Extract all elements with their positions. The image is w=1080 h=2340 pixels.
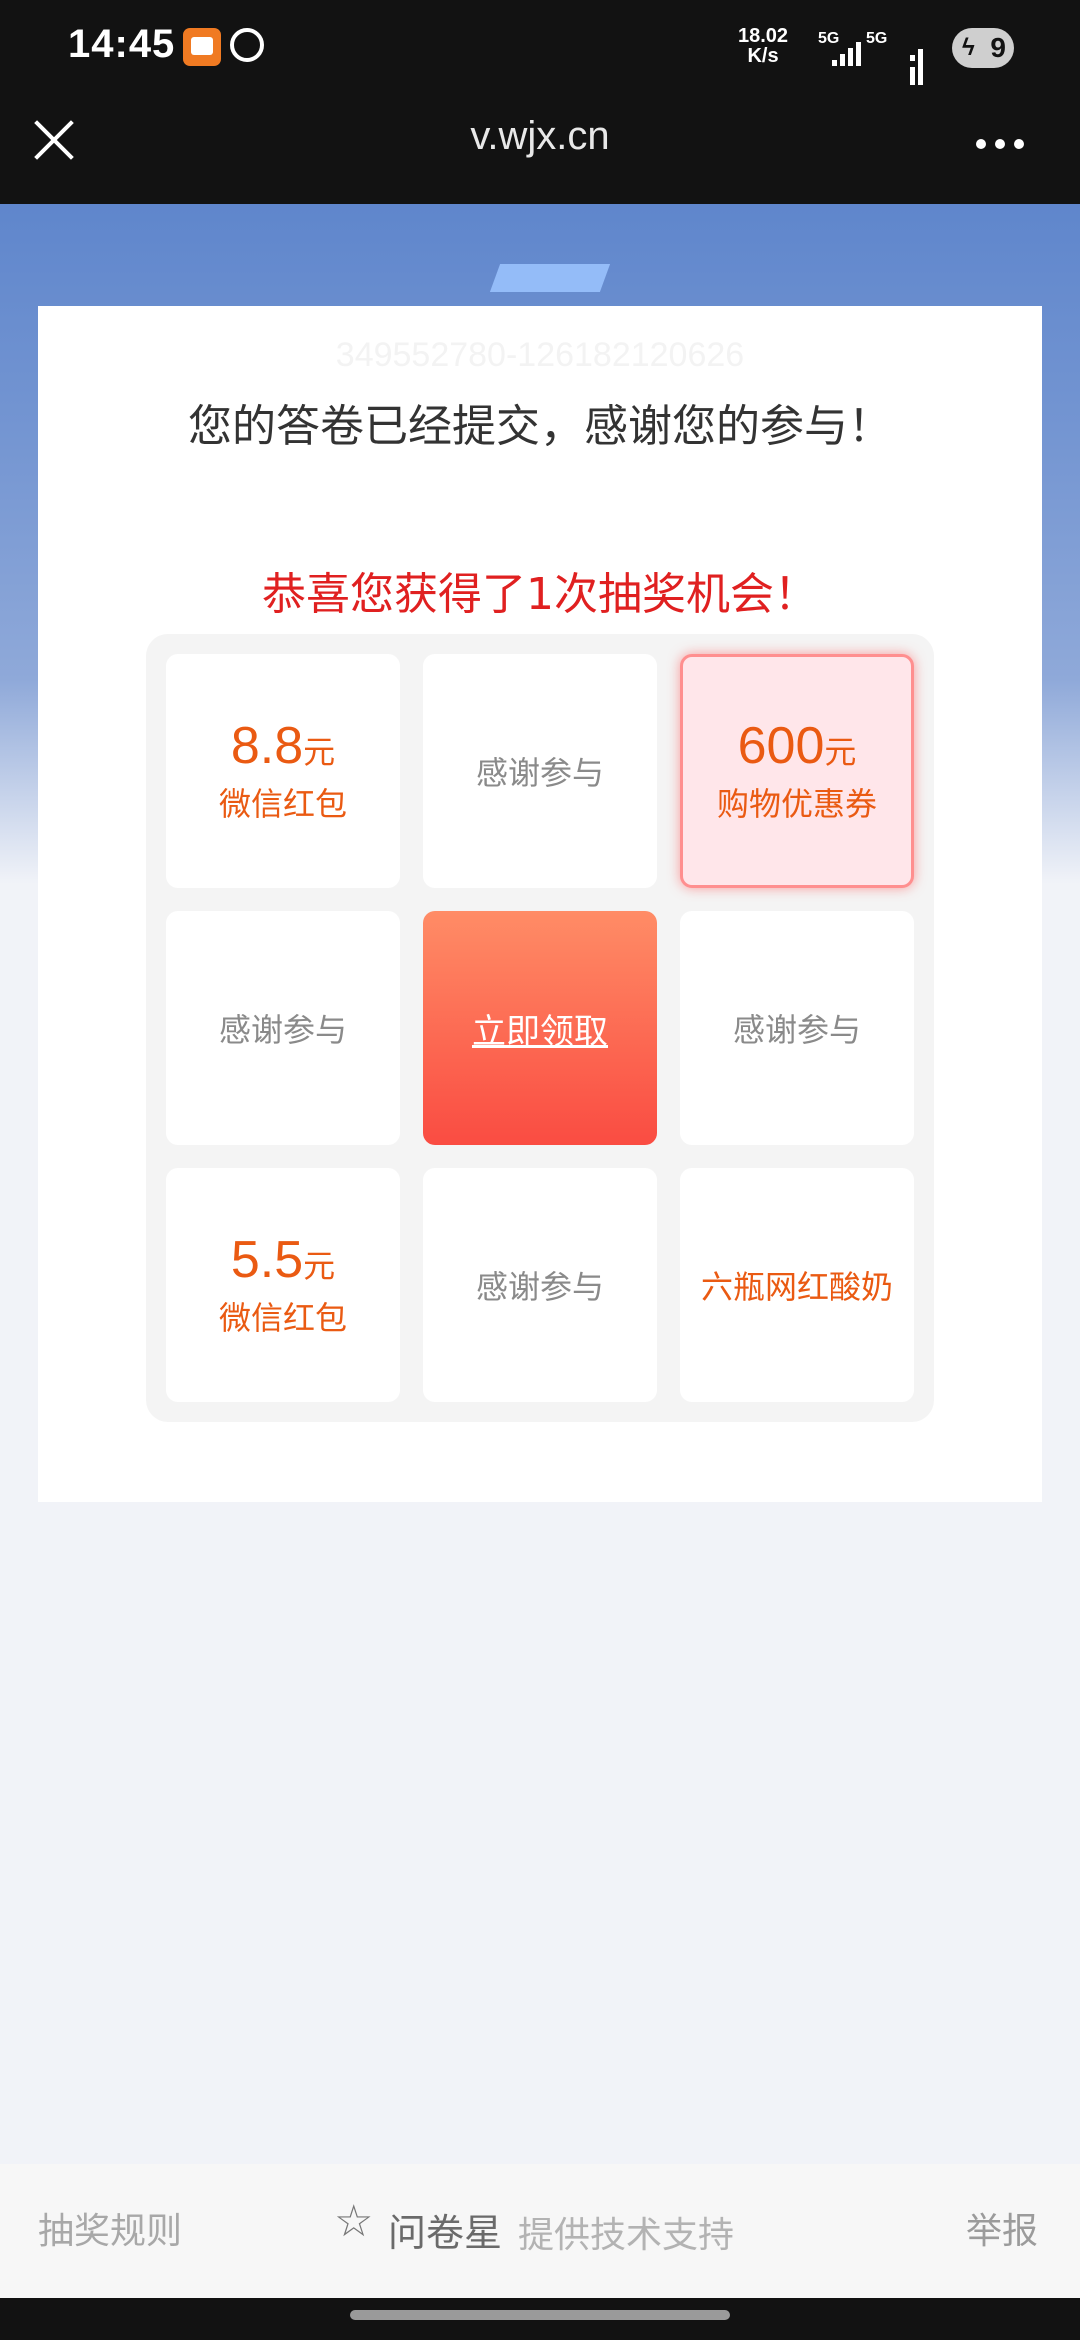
hero-light-decoration [489,264,611,292]
prize-amount: 600元 [738,716,857,782]
prize-description: 感谢参与 [732,1011,861,1049]
watermark-text: 349552780-126182120626 [335,336,745,374]
charging-bolt-icon: ϟ [962,34,975,61]
prize-amount: 8.8元 [231,716,335,782]
browser-title-bar: v.wjx.cn [0,96,1080,204]
page-url-title: v.wjx.cn [470,114,610,158]
prize-cell-thanks: 感谢参与 [166,911,400,1145]
lottery-grid: 8.8元 微信红包 感谢参与 600元 购物优惠券 感谢参与 立即领取 感谢参与… [146,634,934,1422]
prize-cell-thanks: 感谢参与 [423,1168,657,1402]
network-speed-unit: K/s [747,45,779,67]
prize-description: 购物优惠券 [716,785,877,823]
prize-amount-unit: 元 [824,733,857,771]
battery-level: 9 [990,32,1006,63]
prize-cell-wechat-5-5: 5.5元 微信红包 [166,1168,400,1402]
claim-now-button[interactable]: 立即领取 [423,911,657,1145]
lottery-rules-link[interactable]: 抽奖规则 [38,2202,182,2254]
prize-cell-thanks: 感谢参与 [423,654,657,888]
prize-cell-coupon-600: 600元 购物优惠券 [680,654,914,888]
prize-amount-unit: 元 [303,1247,336,1285]
prize-amount: 5.5元 [231,1230,335,1296]
prize-description: 感谢参与 [218,1011,347,1049]
prize-description: 六瓶网红酸奶 [700,1268,893,1306]
signal-sim2-icon: 5G [866,30,926,85]
prize-cell-thanks: 感谢参与 [680,911,914,1145]
network-speed: 18.02 K/s [738,26,788,66]
prize-amount-value: 600 [737,717,825,775]
sim2-label: 5G [866,30,888,47]
tech-support-text: 提供技术支持 [518,2215,735,2256]
prize-cell-wechat-8-8: 8.8元 微信红包 [166,654,400,888]
prize-amount-value: 5.5 [230,1231,304,1289]
lottery-congrats-text: 恭喜您获得了1次抽奖机会！ [262,569,818,620]
prize-cell-yogurt: 六瓶网红酸奶 [680,1168,914,1402]
home-indicator[interactable] [350,2310,730,2320]
prize-amount-value: 8.8 [230,717,304,775]
prize-description: 感谢参与 [475,1268,604,1306]
status-time: 14:45 [68,22,176,66]
page-footer: 抽奖规则 ☆ 问卷星 提供技术支持 举报 [0,2164,1080,2298]
network-speed-value: 18.02 [738,25,789,47]
app-notification-icon [183,28,221,66]
more-options-icon[interactable] [976,134,1036,154]
system-nav-bar [0,2298,1080,2340]
claim-now-label: 立即领取 [472,1011,608,1052]
result-card: 349552780-126182120626 您的答卷已经提交，感谢您的参与！ … [38,306,1042,1502]
prize-amount-unit: 元 [303,733,336,771]
brand-name: 问卷星 [388,2211,503,2255]
battery-icon: ϟ 9 [952,28,1014,68]
report-link[interactable]: 举报 [966,2202,1038,2254]
prize-description: 微信红包 [218,1299,347,1337]
status-bar: 14:45 18.02 K/s 5G 5G ϟ 9 [0,0,1080,96]
submission-thanks-text: 您的答卷已经提交，感谢您的参与！ [188,401,892,452]
prize-description: 微信红包 [218,785,347,823]
prize-description: 感谢参与 [475,754,604,792]
speed-app-icon [230,28,264,62]
star-logo-icon: ☆ [334,2196,374,2247]
